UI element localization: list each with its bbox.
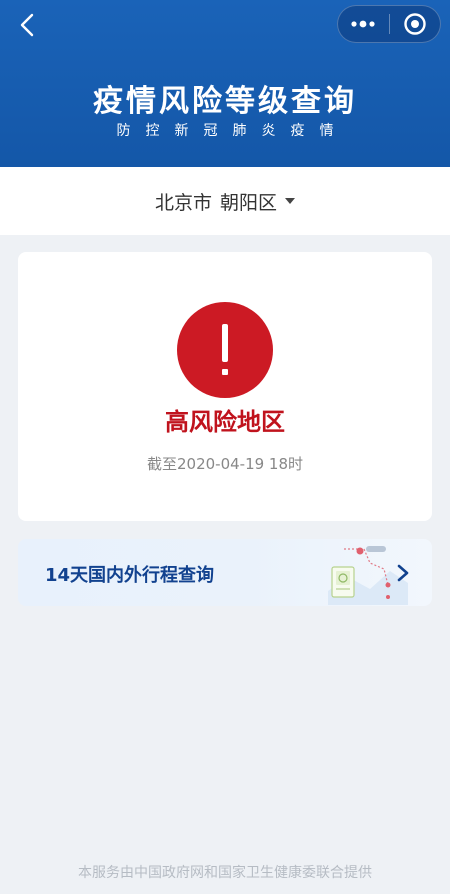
trip-query-card[interactable]: 14天国内外行程查询 — [18, 539, 432, 606]
risk-card: 高风险地区 截至2020-04-19 18时 — [18, 252, 432, 521]
footer-note: 本服务由中国政府网和国家卫生健康委联合提供 — [78, 865, 372, 881]
more-dots-icon — [351, 20, 375, 28]
close-button[interactable] — [390, 6, 441, 42]
risk-level-indicator — [177, 302, 273, 398]
back-button[interactable] — [10, 8, 44, 42]
risk-timestamp: 截至2020-04-19 18时 — [146, 455, 304, 473]
exclamation-icon — [222, 324, 228, 375]
header-banner: 疫情风险等级查询 防控新冠肺炎疫情 — [0, 0, 450, 167]
mini-program-capsule — [337, 5, 441, 43]
page-subtitle: 防控新冠肺炎疫情 — [116, 123, 349, 139]
page-title: 疫情风险等级查询 — [93, 84, 357, 119]
location-selector[interactable]: 北京市 朝阳区 — [0, 167, 450, 235]
risk-level-label: 高风险地区 — [165, 408, 285, 436]
trip-query-label: 14天国内外行程查询 — [45, 565, 215, 586]
caret-down-icon — [285, 198, 296, 204]
location-district: 朝阳区 — [220, 191, 278, 214]
chevron-right-icon — [397, 564, 409, 582]
chevron-left-icon — [20, 13, 34, 37]
target-circle-icon — [404, 13, 426, 35]
location-city: 北京市 — [154, 191, 212, 214]
more-button[interactable] — [338, 6, 389, 42]
